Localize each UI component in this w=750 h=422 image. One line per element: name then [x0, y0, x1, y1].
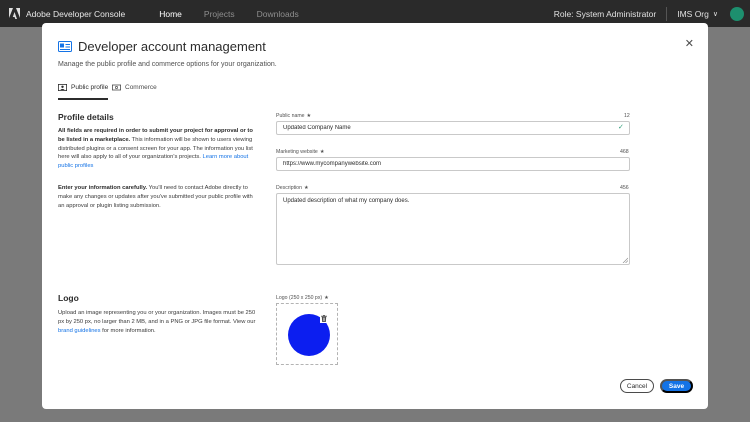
label-text: Description: [276, 185, 302, 191]
chevron-down-icon[interactable]: ∨: [713, 10, 718, 18]
profile-details-heading: Profile details: [58, 112, 114, 122]
tab-commerce[interactable]: Commerce: [112, 84, 157, 100]
tab-public-profile[interactable]: Public profile: [58, 84, 109, 100]
website-input[interactable]: [276, 157, 630, 171]
logo-info-text: Upload an image representing you or your…: [58, 310, 256, 325]
required-icon: ★: [319, 149, 325, 155]
dialog-title: Developer account management: [78, 39, 266, 54]
logo-heading: Logo: [58, 293, 79, 303]
cancel-button[interactable]: Cancel: [620, 379, 654, 393]
logo-dropzone[interactable]: [276, 303, 338, 365]
public-name-label: Public name ★: [276, 113, 311, 119]
nav-projects[interactable]: Projects: [204, 9, 235, 19]
org-switcher[interactable]: IMS Org: [677, 9, 709, 19]
avatar[interactable]: [730, 6, 744, 21]
divider: [666, 6, 668, 21]
required-icon: ★: [324, 295, 329, 301]
tab-list: Public profile Commerce: [58, 84, 692, 100]
careful-note-bold: Enter your information carefully.: [58, 185, 148, 191]
logo-description: Upload an image representing you or your…: [58, 309, 258, 335]
trash-glyph: [321, 315, 327, 322]
role-label: Role: System Administrator: [553, 8, 657, 19]
nav-home[interactable]: Home: [159, 9, 182, 19]
profile-description: All fields are required in order to subm…: [58, 127, 258, 171]
checkmark-icon: ✓: [618, 124, 624, 131]
trash-icon[interactable]: [320, 314, 328, 323]
description-label: Description ★: [276, 185, 309, 191]
money-icon: [112, 84, 121, 91]
developer-account-dialog: Developer account management ✕ Manage th…: [42, 23, 708, 409]
tab-label: Commerce: [125, 84, 157, 91]
user-card-icon: [58, 84, 67, 91]
dialog-subtitle: Manage the public profile and commerce o…: [58, 61, 277, 68]
label-text: Public name: [276, 113, 305, 119]
save-button[interactable]: Save: [660, 379, 693, 393]
id-card-icon: [58, 41, 72, 52]
required-icon: ★: [303, 185, 309, 191]
close-icon[interactable]: ✕: [685, 37, 694, 50]
adobe-logo-icon[interactable]: [9, 7, 20, 20]
brand-guidelines-link[interactable]: brand guidelines: [58, 328, 101, 334]
label-text: Marketing website: [276, 149, 318, 155]
main-nav: Home Projects Downloads: [159, 9, 320, 19]
app-title[interactable]: Adobe Developer Console: [26, 9, 125, 19]
logo-info-end: for more information.: [100, 327, 156, 334]
public-name-input[interactable]: [276, 121, 630, 135]
website-label: Marketing website ★: [276, 149, 324, 155]
public-name-counter: 12: [624, 113, 630, 119]
required-icon: ★: [306, 113, 312, 119]
tab-label: Public profile: [71, 84, 109, 91]
resize-handle-icon[interactable]: [622, 257, 628, 263]
nav-downloads[interactable]: Downloads: [257, 9, 299, 19]
careful-note: Enter your information carefully. You'll…: [58, 184, 258, 210]
website-counter: 468: [620, 149, 629, 155]
description-counter: 456: [620, 185, 629, 191]
label-text: Logo (250 x 250 px): [276, 295, 323, 301]
description-textarea[interactable]: Updated description of what my company d…: [276, 193, 630, 265]
logo-label: Logo (250 x 250 px) ★: [276, 295, 329, 301]
